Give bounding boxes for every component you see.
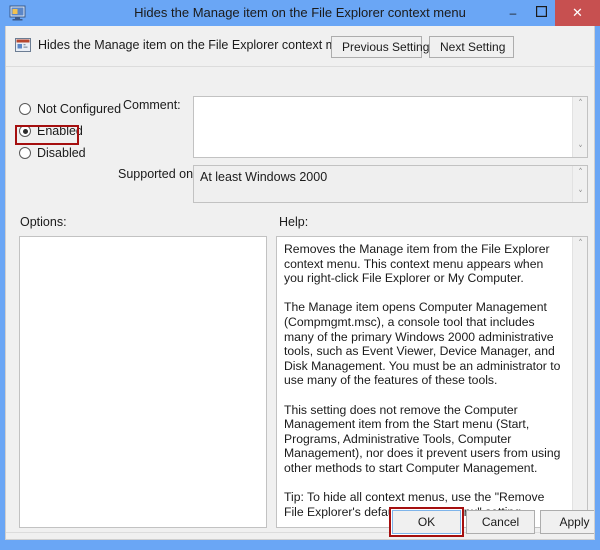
scroll-down-icon[interactable]: ˅ [573, 143, 587, 157]
help-panel[interactable]: Removes the Manage item from the File Ex… [276, 236, 588, 528]
maximize-icon [535, 5, 547, 20]
policy-setting-icon [14, 36, 32, 54]
next-setting-button[interactable]: Next Setting [429, 36, 514, 58]
radio-dot-icon [19, 147, 31, 159]
setting-header: Hides the Manage item on the File Explor… [6, 26, 594, 67]
options-panel[interactable] [19, 236, 267, 528]
close-icon: ✕ [572, 5, 583, 21]
scroll-up-icon[interactable]: ˄ [573, 97, 587, 111]
comment-input[interactable]: ˄ ˅ [193, 96, 588, 158]
help-scrollbar[interactable]: ˄ ˅ [572, 237, 587, 527]
scroll-down-icon[interactable]: ˅ [573, 188, 587, 202]
close-button[interactable]: ✕ [555, 0, 600, 26]
radio-label: Disabled [37, 146, 86, 160]
radio-label: Not Configured [37, 102, 122, 116]
supported-on-scrollbar[interactable]: ˄ ˅ [572, 166, 587, 202]
title-bar[interactable]: Hides the Manage item on the File Explor… [0, 0, 600, 26]
options-label: Options: [20, 215, 67, 229]
ok-button[interactable]: OK [391, 509, 462, 535]
minimize-icon: – [509, 6, 517, 20]
help-text: Removes the Manage item from the File Ex… [284, 242, 561, 519]
radio-enabled[interactable]: Enabled [19, 120, 179, 142]
apply-button[interactable]: Apply [540, 510, 594, 534]
scroll-up-icon[interactable]: ˄ [573, 166, 587, 180]
setting-title: Hides the Manage item on the File Explor… [38, 38, 357, 52]
previous-setting-button[interactable]: Previous Setting [331, 36, 429, 58]
supported-on-field: At least Windows 2000 ˄ ˅ [193, 165, 588, 203]
radio-disabled[interactable]: Disabled [19, 142, 179, 164]
minimize-button[interactable]: – [499, 0, 527, 26]
radio-dot-icon [19, 103, 31, 115]
maximize-button[interactable] [527, 0, 555, 26]
radio-dot-icon [19, 125, 31, 137]
supported-on-label: Supported on: [118, 167, 197, 181]
scroll-up-icon[interactable]: ˄ [573, 237, 587, 251]
help-label: Help: [279, 215, 309, 229]
comment-scrollbar[interactable]: ˄ ˅ [572, 97, 587, 157]
dialog-client-area: Hides the Manage item on the File Explor… [5, 26, 595, 540]
radio-label: Enabled [37, 124, 83, 138]
cancel-button[interactable]: Cancel [466, 510, 535, 534]
comment-label: Comment: [123, 98, 181, 112]
supported-on-value: At least Windows 2000 [200, 170, 328, 184]
caption-button-group: – ✕ [499, 0, 600, 26]
policy-setting-window: Hides the Manage item on the File Explor… [0, 0, 600, 550]
